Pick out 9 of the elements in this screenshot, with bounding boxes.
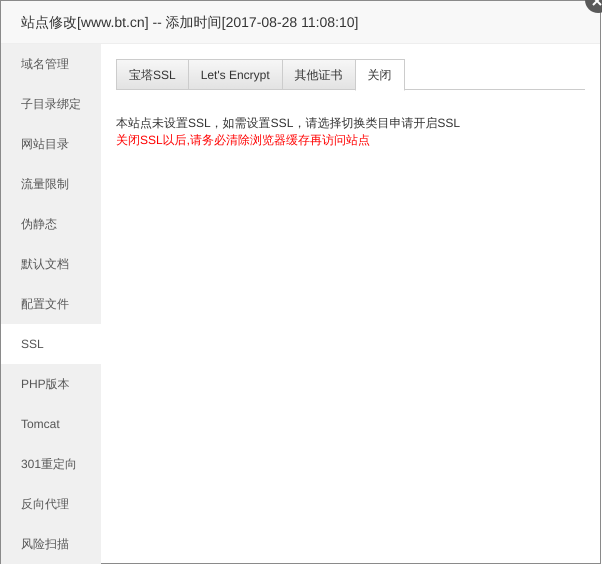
ssl-notice: 本站点未设置SSL，如需设置SSL，请选择切换类目申请开启SSL xyxy=(116,115,462,132)
sidebar-item[interactable]: SSL xyxy=(1,324,101,364)
tab[interactable]: 关闭 xyxy=(354,59,405,91)
cache-warning: 关闭SSL以后,请务必清除浏览器缓存再访问站点 xyxy=(116,132,372,149)
window-title: 站点修改[www.bt.cn] -- 添加时间[2017-08-28 11:08:10] xyxy=(21,12,358,32)
tab[interactable]: Let's Encrypt xyxy=(188,59,283,90)
tab[interactable]: 其他证书 xyxy=(282,59,356,90)
close-icon[interactable] xyxy=(584,0,602,14)
tab[interactable]: 宝塔SSL xyxy=(116,59,189,90)
